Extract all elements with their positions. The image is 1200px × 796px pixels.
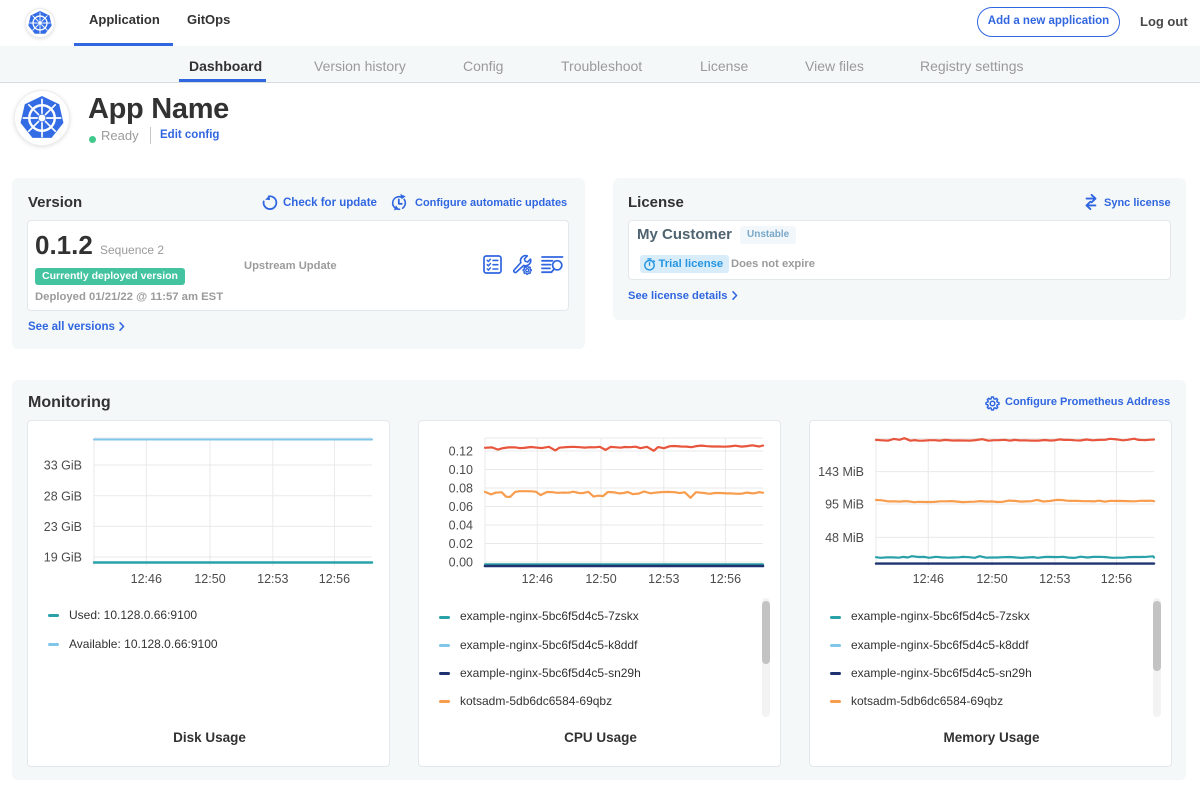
svg-text:28 GiB: 28 GiB xyxy=(44,489,82,503)
svg-text:12:53: 12:53 xyxy=(648,572,679,586)
svg-text:0.08: 0.08 xyxy=(449,482,473,496)
svg-text:0.12: 0.12 xyxy=(449,445,473,459)
svg-text:12:53: 12:53 xyxy=(257,572,288,586)
svg-text:0.06: 0.06 xyxy=(449,500,473,514)
svg-text:12:46: 12:46 xyxy=(522,572,553,586)
svg-text:12:50: 12:50 xyxy=(194,572,225,586)
svg-text:23 GiB: 23 GiB xyxy=(44,520,82,534)
svg-text:12:56: 12:56 xyxy=(710,572,741,586)
svg-text:12:56: 12:56 xyxy=(1101,572,1132,586)
svg-text:0.10: 0.10 xyxy=(449,463,473,477)
svg-text:12:50: 12:50 xyxy=(976,572,1007,586)
svg-text:0.02: 0.02 xyxy=(449,537,473,551)
svg-text:0.00: 0.00 xyxy=(449,556,473,570)
svg-text:143 MiB: 143 MiB xyxy=(818,465,864,479)
svg-text:0.04: 0.04 xyxy=(449,519,473,533)
svg-text:19 GiB: 19 GiB xyxy=(44,551,82,565)
svg-text:48 MiB: 48 MiB xyxy=(825,531,864,545)
svg-text:33 GiB: 33 GiB xyxy=(44,459,82,473)
svg-text:12:46: 12:46 xyxy=(131,572,162,586)
svg-text:95 MiB: 95 MiB xyxy=(825,498,864,512)
svg-text:12:53: 12:53 xyxy=(1039,572,1070,586)
svg-text:12:56: 12:56 xyxy=(319,572,350,586)
svg-text:12:50: 12:50 xyxy=(585,572,616,586)
svg-text:12:46: 12:46 xyxy=(913,572,944,586)
